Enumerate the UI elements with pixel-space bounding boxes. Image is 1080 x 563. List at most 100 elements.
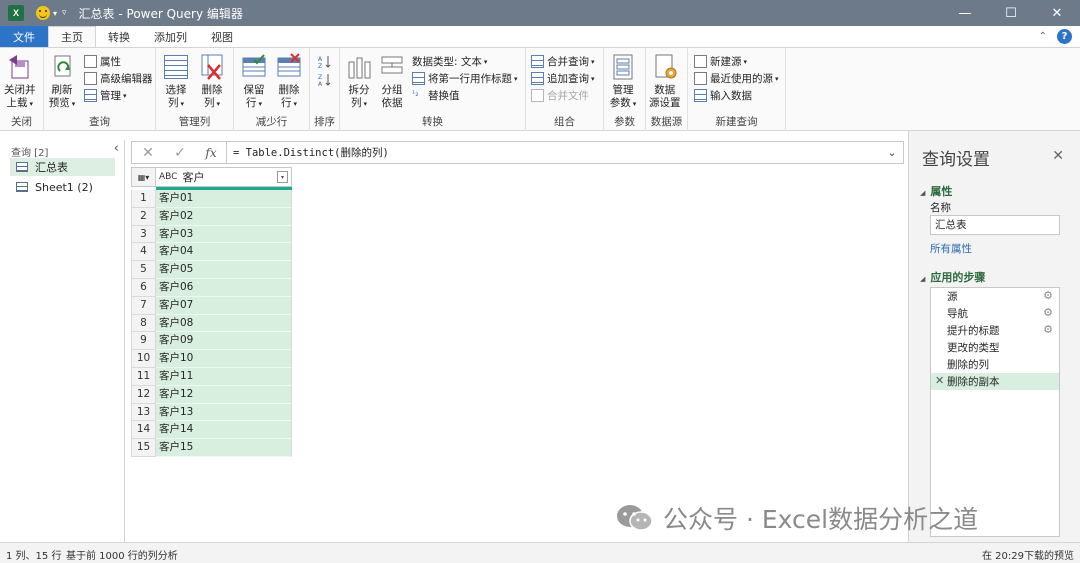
table-cell[interactable]: 客户12 bbox=[156, 385, 292, 404]
delete-step-icon[interactable]: ✕ bbox=[935, 374, 944, 387]
table-cell[interactable]: 客户08 bbox=[156, 314, 292, 333]
collapse-ribbon-icon[interactable]: ⌃ bbox=[1039, 31, 1047, 42]
remove-columns-button[interactable]: 删除 列 ▾ bbox=[198, 52, 226, 111]
group-by-button[interactable]: 分组 依据 bbox=[378, 52, 406, 110]
table-menu-icon[interactable]: ▦▾ bbox=[131, 167, 156, 187]
table-cell[interactable]: 客户06 bbox=[156, 278, 292, 297]
applied-step-item[interactable]: ✕ 删除的副本 bbox=[931, 373, 1059, 390]
table-cell[interactable]: 客户05 bbox=[156, 261, 292, 279]
step-settings-gear-icon[interactable]: ⚙ bbox=[1043, 323, 1053, 336]
manage-button[interactable]: 管理 ▾ bbox=[84, 87, 127, 104]
formula-input[interactable]: = Table.Distinct(删除的列) bbox=[227, 145, 881, 160]
fx-icon[interactable]: fx bbox=[196, 146, 226, 160]
close-window-button[interactable]: ✕ bbox=[1034, 0, 1080, 26]
collapse-queries-icon[interactable]: ‹ bbox=[114, 141, 119, 156]
table-cell[interactable]: 客户01 bbox=[156, 190, 292, 208]
table-cell[interactable]: 客户07 bbox=[156, 296, 292, 315]
advanced-editor-button[interactable]: 高级编辑器 bbox=[84, 70, 153, 87]
row-number[interactable]: 1 bbox=[131, 190, 156, 208]
row-number[interactable]: 7 bbox=[131, 296, 156, 315]
applied-step-item[interactable]: 更改的类型 bbox=[931, 339, 1059, 356]
refresh-preview-button[interactable]: 刷新 预览 ▾ bbox=[48, 52, 76, 111]
recent-sources-button[interactable]: 最近使用的源 ▾ bbox=[694, 70, 779, 87]
column-header-customer[interactable]: ABC 客户 ▾ bbox=[156, 167, 292, 187]
row-number[interactable]: 4 bbox=[131, 243, 156, 262]
row-number[interactable]: 2 bbox=[131, 207, 156, 226]
qat-dropdown-icon[interactable]: ▾ bbox=[53, 9, 57, 18]
applied-step-item[interactable]: 源 ⚙ bbox=[931, 288, 1059, 305]
tab-transform[interactable]: 转换 bbox=[96, 26, 142, 47]
append-queries-button[interactable]: 追加查询 ▾ bbox=[531, 70, 595, 87]
close-settings-icon[interactable]: ✕ bbox=[1052, 148, 1064, 164]
replace-values-button[interactable]: ¹₂ 替换值 bbox=[412, 87, 460, 104]
properties-button[interactable]: 属性 bbox=[84, 53, 121, 70]
step-settings-gear-icon[interactable]: ⚙ bbox=[1043, 306, 1053, 319]
combine-files-button[interactable]: 合并文件 bbox=[531, 87, 589, 104]
manage-parameters-button[interactable]: 管理 参数 ▾ bbox=[609, 52, 637, 111]
properties-section-header[interactable]: ◢ 属性 bbox=[920, 183, 952, 199]
remove-rows-button[interactable]: 删除 行 ▾ bbox=[275, 52, 303, 111]
keep-rows-button[interactable]: 保留 行 ▾ bbox=[240, 52, 268, 111]
applied-step-item[interactable]: 提升的标题 ⚙ bbox=[931, 322, 1059, 339]
data-type-dropdown[interactable]: 数据类型: 文本 ▾ bbox=[412, 53, 487, 70]
row-number[interactable]: 9 bbox=[131, 332, 156, 351]
table-cell[interactable]: 客户02 bbox=[156, 207, 292, 226]
row-number[interactable]: 13 bbox=[131, 403, 156, 422]
group-label-data-source: 数据源 bbox=[650, 116, 683, 128]
table-cell[interactable]: 客户14 bbox=[156, 421, 292, 440]
merge-queries-button[interactable]: 合并查询 ▾ bbox=[531, 53, 595, 70]
table-icon bbox=[16, 162, 28, 172]
tab-view[interactable]: 视图 bbox=[199, 26, 245, 47]
tab-file[interactable]: 文件 bbox=[0, 26, 48, 47]
applied-steps-header[interactable]: ◢ 应用的步骤 bbox=[920, 269, 985, 285]
query-item-sheet1[interactable]: Sheet1 (2) bbox=[10, 178, 115, 196]
choose-columns-button[interactable]: 选择 列 ▾ bbox=[162, 52, 190, 111]
new-source-button[interactable]: 新建源 ▾ bbox=[694, 53, 747, 70]
row-number[interactable]: 11 bbox=[131, 367, 156, 386]
all-properties-link[interactable]: 所有属性 bbox=[930, 241, 972, 256]
query-item-summary[interactable]: 汇总表 bbox=[10, 158, 115, 176]
table-cell[interactable]: 客户13 bbox=[156, 403, 292, 422]
table-cell[interactable]: 客户09 bbox=[156, 332, 292, 351]
use-first-row-headers-button[interactable]: 将第一行用作标题 ▾ bbox=[412, 70, 518, 87]
filter-dropdown-icon[interactable]: ▾ bbox=[277, 171, 288, 183]
enter-data-button[interactable]: 输入数据 bbox=[694, 87, 752, 104]
applied-step-item[interactable]: 删除的列 bbox=[931, 356, 1059, 373]
table-cell[interactable]: 客户15 bbox=[156, 439, 292, 457]
row-number[interactable]: 14 bbox=[131, 421, 156, 440]
row-number[interactable]: 5 bbox=[131, 261, 156, 279]
step-settings-gear-icon[interactable]: ⚙ bbox=[1043, 289, 1053, 302]
table-cell[interactable]: 客户10 bbox=[156, 350, 292, 368]
status-profiling[interactable]: 基于前 1000 行的列分析 bbox=[66, 547, 178, 562]
table-cell[interactable]: 客户11 bbox=[156, 367, 292, 386]
qat-customize-icon[interactable]: ▿ bbox=[62, 8, 67, 18]
properties-icon bbox=[84, 55, 97, 68]
smiley-icon[interactable] bbox=[36, 6, 50, 20]
help-icon[interactable]: ? bbox=[1057, 29, 1072, 44]
append-queries-icon bbox=[531, 72, 544, 85]
text-type-icon[interactable]: ABC bbox=[159, 172, 177, 182]
sort-descending-button[interactable]: ZA bbox=[318, 71, 332, 88]
sort-ascending-button[interactable]: AZ bbox=[318, 53, 332, 70]
maximize-button[interactable]: ☐ bbox=[988, 0, 1034, 26]
query-name-input[interactable]: 汇总表 bbox=[930, 215, 1060, 235]
cancel-formula-icon[interactable]: ✕ bbox=[132, 145, 164, 161]
applied-step-item[interactable]: 导航 ⚙ bbox=[931, 305, 1059, 322]
row-number[interactable]: 10 bbox=[131, 350, 156, 368]
tab-add-column[interactable]: 添加列 bbox=[142, 26, 199, 47]
data-source-settings-button[interactable]: 数据 源设置 bbox=[649, 52, 681, 110]
advanced-editor-icon bbox=[84, 72, 97, 85]
table-cell[interactable]: 客户04 bbox=[156, 243, 292, 262]
expand-formula-icon[interactable]: ⌄ bbox=[881, 146, 903, 159]
row-number[interactable]: 3 bbox=[131, 225, 156, 244]
commit-formula-icon[interactable]: ✓ bbox=[164, 145, 196, 161]
split-column-button[interactable]: 拆分 列 ▾ bbox=[345, 52, 373, 111]
table-cell[interactable]: 客户03 bbox=[156, 225, 292, 244]
row-number[interactable]: 8 bbox=[131, 314, 156, 333]
row-number[interactable]: 6 bbox=[131, 278, 156, 297]
tab-home[interactable]: 主页 bbox=[48, 26, 96, 47]
close-and-load-button[interactable]: 关闭并 上载 ▾ bbox=[4, 52, 36, 111]
minimize-button[interactable]: — bbox=[942, 0, 988, 26]
row-number[interactable]: 12 bbox=[131, 385, 156, 404]
row-number[interactable]: 15 bbox=[131, 439, 156, 457]
